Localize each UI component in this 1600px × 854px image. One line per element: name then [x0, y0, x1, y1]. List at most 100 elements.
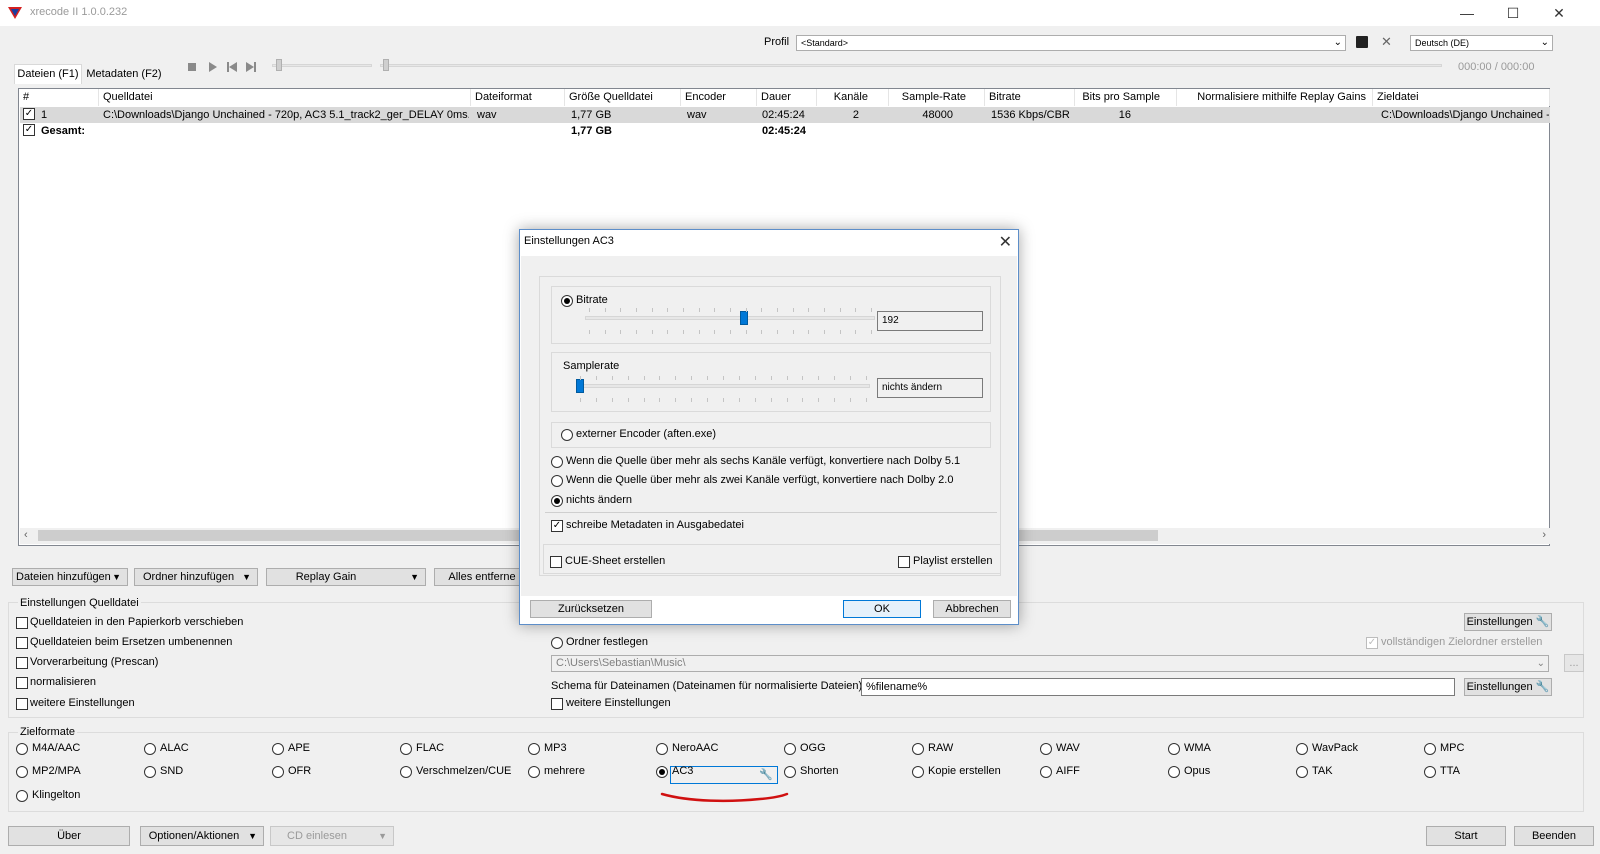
volume-thumb[interactable] — [276, 59, 282, 71]
fixed-folder-radio[interactable] — [551, 637, 563, 649]
format-label: Shorten — [800, 765, 839, 777]
dolby51-radio[interactable] — [551, 456, 563, 468]
col-bitrate[interactable]: Bitrate — [985, 89, 1075, 106]
col-bits[interactable]: Bits pro Sample — [1075, 89, 1177, 106]
format-radio[interactable] — [1424, 743, 1436, 755]
add-files-button[interactable]: Dateien hinzufügen ▼ — [12, 568, 128, 586]
scroll-left-icon[interactable]: ‹ — [24, 529, 28, 541]
previous-icon[interactable] — [227, 62, 237, 72]
format-radio[interactable] — [1040, 743, 1052, 755]
schema-settings-button[interactable]: Einstellungen 🔧 — [1464, 678, 1552, 696]
format-radio[interactable] — [656, 766, 668, 778]
format-radio[interactable] — [16, 766, 28, 778]
format-radio[interactable] — [656, 743, 668, 755]
format-radio[interactable] — [272, 766, 284, 778]
no-change-radio[interactable] — [551, 495, 563, 507]
quit-button[interactable]: Beenden — [1514, 826, 1594, 846]
format-radio[interactable] — [1168, 743, 1180, 755]
format-radio[interactable] — [1296, 743, 1308, 755]
col-target[interactable]: Zieldatei — [1373, 89, 1550, 106]
format-radio[interactable] — [1424, 766, 1436, 778]
col-replaygain[interactable]: Normalisiere mithilfe Replay Gains — [1177, 89, 1373, 106]
format-radio[interactable] — [1296, 766, 1308, 778]
close-window-button[interactable]: ✕ — [1536, 0, 1582, 26]
format-radio[interactable] — [144, 766, 156, 778]
scroll-right-icon[interactable]: › — [1542, 529, 1546, 541]
maximize-button[interactable]: ☐ — [1490, 0, 1536, 26]
start-button[interactable]: Start — [1426, 826, 1506, 846]
tab-files[interactable]: Dateien (F1) — [14, 64, 82, 84]
samplerate-slider[interactable] — [576, 384, 870, 388]
ok-button[interactable]: OK — [843, 600, 921, 618]
format-radio[interactable] — [528, 743, 540, 755]
full-path-checkbox[interactable]: ✓ — [1366, 637, 1378, 649]
stop-icon[interactable] — [188, 63, 196, 71]
minimize-button[interactable]: — — [1444, 0, 1490, 26]
profile-select[interactable]: <Standard> ⌄ — [796, 35, 1346, 51]
col-duration[interactable]: Dauer — [757, 89, 817, 106]
schema-input[interactable]: %filename% — [861, 678, 1455, 696]
add-folder-button[interactable]: Ordner hinzufügen ▼ — [134, 568, 258, 586]
format-radio[interactable] — [784, 766, 796, 778]
bitrate-radio[interactable] — [561, 295, 573, 307]
write-meta-checkbox[interactable]: ✓ — [551, 520, 563, 532]
volume-slider[interactable] — [272, 64, 372, 67]
format-radio[interactable] — [528, 766, 540, 778]
cue-checkbox[interactable] — [550, 556, 562, 568]
about-button[interactable]: Über — [8, 826, 130, 846]
format-radio[interactable] — [912, 743, 924, 755]
col-size[interactable]: Größe Quelldatei — [565, 89, 681, 106]
format-radio[interactable] — [16, 790, 28, 802]
slider-tick — [770, 398, 772, 402]
output-settings-button[interactable]: Einstellungen 🔧 — [1464, 613, 1552, 631]
col-source[interactable]: Quelldatei — [99, 89, 471, 106]
save-profile-icon[interactable] — [1356, 36, 1368, 48]
format-radio[interactable] — [784, 743, 796, 755]
options-button[interactable]: Optionen/Aktionen ▼ — [140, 826, 264, 846]
format-radio[interactable] — [144, 743, 156, 755]
external-encoder-radio[interactable] — [561, 429, 573, 441]
remove-all-button[interactable]: Alles entferne — [434, 568, 530, 586]
samplerate-slider-thumb[interactable] — [576, 379, 584, 393]
dialog-close-icon[interactable]: ✕ — [999, 232, 1012, 252]
tab-metadata[interactable]: Metadaten (F2) — [84, 66, 164, 84]
prescan-checkbox[interactable] — [16, 657, 28, 669]
output-more-checkbox[interactable] — [551, 698, 563, 710]
source-more-checkbox[interactable] — [16, 698, 28, 710]
folder-path-select[interactable]: C:\Users\Sebastian\Music\ ⌄ — [551, 655, 1549, 672]
ac3-wrench-icon[interactable]: 🔧 — [759, 768, 773, 781]
format-radio[interactable] — [912, 766, 924, 778]
seek-slider[interactable] — [380, 64, 1442, 67]
bitrate-slider[interactable] — [585, 316, 875, 320]
cd-rip-button[interactable]: CD einlesen ▼ — [270, 826, 394, 846]
format-radio[interactable] — [16, 743, 28, 755]
language-select[interactable]: Deutsch (DE) ⌄ — [1410, 35, 1553, 51]
format-radio[interactable] — [400, 743, 412, 755]
delete-profile-icon[interactable]: ✕ — [1381, 34, 1392, 50]
playlist-checkbox[interactable] — [898, 556, 910, 568]
format-radio[interactable] — [1040, 766, 1052, 778]
col-encoder[interactable]: Encoder — [681, 89, 757, 106]
cancel-button[interactable]: Abbrechen — [933, 600, 1011, 618]
play-icon[interactable] — [208, 62, 218, 72]
browse-button[interactable]: ... — [1564, 654, 1584, 672]
next-icon[interactable] — [246, 62, 256, 72]
total-checkbox[interactable]: ✓ — [23, 124, 35, 136]
seek-thumb[interactable] — [383, 59, 389, 71]
rename-checkbox[interactable] — [16, 637, 28, 649]
ac3-settings-dialog[interactable]: Einstellungen AC3 ✕ Bitrate 192 Samplera… — [519, 229, 1019, 625]
row-checkbox[interactable]: ✓ — [23, 108, 35, 120]
dolby20-radio[interactable] — [551, 475, 563, 487]
format-radio[interactable] — [400, 766, 412, 778]
col-num[interactable]: # — [19, 89, 99, 106]
reset-button[interactable]: Zurücksetzen — [530, 600, 652, 618]
col-samplerate[interactable]: Sample-Rate — [889, 89, 985, 106]
replay-gain-button[interactable]: Replay Gain ▼ — [266, 568, 426, 586]
col-format[interactable]: Dateiformat — [471, 89, 565, 106]
normalize-checkbox[interactable] — [16, 677, 28, 689]
trash-checkbox[interactable] — [16, 617, 28, 629]
col-channels[interactable]: Kanäle — [817, 89, 889, 106]
bitrate-slider-thumb[interactable] — [740, 311, 749, 325]
format-radio[interactable] — [1168, 766, 1180, 778]
format-radio[interactable] — [272, 743, 284, 755]
